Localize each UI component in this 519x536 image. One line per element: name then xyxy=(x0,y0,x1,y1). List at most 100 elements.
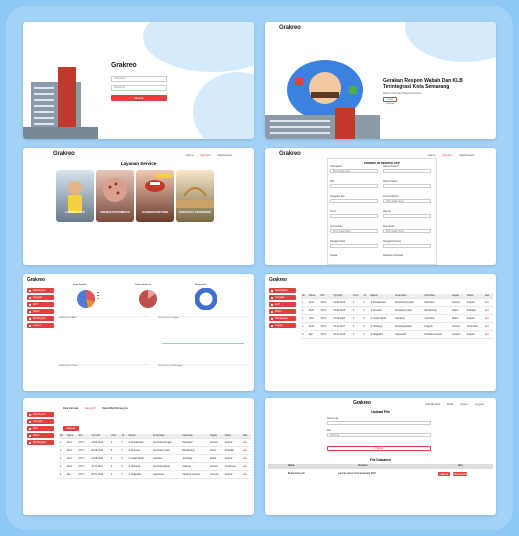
menu-logout[interactable]: Logout xyxy=(27,323,54,328)
umur-input[interactable] xyxy=(330,214,378,218)
table-cell: P xyxy=(120,454,128,463)
column-header: Deskripsi xyxy=(358,465,368,467)
zoonosis-icon xyxy=(176,187,214,208)
kabupaten-select[interactable]: Pilih Salah Satu xyxy=(330,169,378,173)
edit-button[interactable]: Edit xyxy=(483,298,493,307)
login-button[interactable]: Masuk xyxy=(111,95,167,101)
menu-monkeypox[interactable]: Monkeypox xyxy=(269,316,296,321)
field-label: NIK xyxy=(330,180,335,183)
page-title: Upload File xyxy=(371,410,390,414)
nav-service[interactable]: Service xyxy=(200,153,210,157)
edit-button[interactable]: Edit xyxy=(483,322,493,331)
brand-logo: Grakreo xyxy=(53,151,75,157)
edit-button[interactable]: Edit xyxy=(483,330,493,339)
pelapor-input[interactable] xyxy=(383,169,431,173)
kelurahan-select[interactable]: Pilih Salah Satu xyxy=(383,229,431,233)
download-button[interactable]: Download xyxy=(453,472,467,476)
export-button[interactable]: Export Excel xyxy=(63,426,79,435)
jenis-kelamin-select[interactable]: Pilih Salah Satu xyxy=(383,199,431,203)
service-card-monkeypox[interactable]: MONKEYPOX/MPOX xyxy=(96,170,134,222)
menu-campak[interactable]: Campak xyxy=(27,419,54,424)
child-icon xyxy=(68,181,82,213)
table-cell: Candisari xyxy=(151,454,182,463)
table-cell: Budi xyxy=(307,306,320,315)
edit-button[interactable]: Edit xyxy=(241,446,251,455)
menu-monkeypox[interactable]: Monkeypox xyxy=(27,316,54,321)
nav-data[interactable]: Data xyxy=(447,402,453,406)
menu-afp[interactable]: AFP xyxy=(27,426,54,431)
table-cell: 3374... xyxy=(77,470,91,479)
brand-logo: Grakreo xyxy=(111,62,137,69)
file-name-input[interactable] xyxy=(327,421,431,425)
hero-headline: Gerakan Respon Wabah Dan KLB Terintegras… xyxy=(383,78,463,90)
nav-logout[interactable]: Logout xyxy=(475,402,484,406)
nama-kasus-input[interactable] xyxy=(383,184,431,188)
field-label: Nama File xyxy=(327,417,339,420)
table-cell: L xyxy=(120,438,128,447)
menu-difteri[interactable]: Difteri xyxy=(27,309,54,314)
nav-dashboard[interactable]: Dashboard xyxy=(217,153,232,157)
nav-service[interactable]: Service xyxy=(442,153,452,157)
table-cell: Budi xyxy=(65,446,78,455)
service-card-gondok[interactable]: GONDOK/DIFTERI xyxy=(136,170,174,222)
service-card-campak[interactable]: CAMPAK AFP xyxy=(56,170,94,222)
menu-logout[interactable]: Logout xyxy=(269,323,296,328)
menu-monkeypox[interactable]: Monkeypox xyxy=(27,440,54,445)
username-input[interactable]: Username xyxy=(111,76,167,82)
hero-illustration xyxy=(265,60,380,139)
menu-difteri[interactable]: Difteri xyxy=(269,309,296,314)
form-screen: Grakreo Home Service Dashboard FORMULIR … xyxy=(265,148,496,265)
edit-button[interactable]: Edit xyxy=(241,438,251,447)
table-cell: Gayamsari xyxy=(393,330,424,339)
alamat-input[interactable] xyxy=(383,214,431,218)
top-nav: Home Service Dashboard xyxy=(180,153,232,157)
cta-button[interactable]: Lihat Layanan xyxy=(383,97,397,105)
chart-title: Grafik Kasus Monkeypox xyxy=(158,365,183,367)
nav-users[interactable]: Users xyxy=(460,402,468,406)
nav-home[interactable]: Home xyxy=(428,153,436,157)
chart-title: Grafik Kasus Difteri xyxy=(59,365,78,367)
menu-difteri[interactable]: Difteri xyxy=(27,433,54,438)
nav-home[interactable]: Home xyxy=(186,153,194,157)
table-cell: 15-11-2017 xyxy=(332,322,352,331)
kecamatan-select[interactable]: Pilih Salah Satu xyxy=(330,229,378,233)
table-cell: 12-03-2019 xyxy=(332,298,352,307)
field-label: Kecamatan xyxy=(330,225,343,228)
menu-afp[interactable]: AFP xyxy=(269,302,296,307)
edit-button[interactable]: Edit xyxy=(241,454,251,463)
edit-button[interactable]: Edit xyxy=(483,306,493,315)
table-cell: Batuk xyxy=(209,454,224,463)
menu-afp[interactable]: AFP xyxy=(27,302,54,307)
password-input[interactable]: Password xyxy=(111,85,167,91)
table-cell: 4 xyxy=(59,462,66,471)
edit-button[interactable]: Edit xyxy=(241,470,251,479)
edit-button[interactable]: Edit xyxy=(241,462,251,471)
nav-dashboard[interactable]: Dashboard xyxy=(459,153,474,157)
menu-dashboard[interactable]: Dashboard xyxy=(27,288,54,293)
nav-dashboard[interactable]: Dashboard xyxy=(425,402,440,406)
tanggal-sakit-input[interactable] xyxy=(330,244,378,248)
upload-button[interactable]: Upload xyxy=(327,446,431,451)
table-cell: 12-03-2019 xyxy=(90,438,110,447)
file-picker[interactable]: Pilih File xyxy=(327,433,431,437)
tab-campak[interactable]: Data Campak xyxy=(63,407,78,410)
edit-button[interactable]: Edit xyxy=(483,314,493,323)
table-cell: Pandean Lamper xyxy=(423,330,452,339)
field-label: File xyxy=(327,429,332,432)
table-cell: 3 xyxy=(351,314,363,323)
tab-difteri[interactable]: Data Difteri/Monkeypox xyxy=(102,407,128,410)
table-cell: Suspek xyxy=(465,330,484,339)
menu-dashboard[interactable]: Dashboard xyxy=(27,412,54,417)
nik-input[interactable] xyxy=(330,184,378,188)
tanggal-lahir-input[interactable] xyxy=(330,199,378,203)
service-card-zoonosis[interactable]: PENYAKIT ZOONOSIS xyxy=(176,170,214,222)
tab-afp[interactable]: Data AFP xyxy=(85,407,96,410)
data-table-screen-2: Dashboard Campak AFP Difteri Monkeypox D… xyxy=(23,398,254,515)
delete-button[interactable]: Hapus xyxy=(438,472,450,476)
tanggal-periksa-input[interactable] xyxy=(383,244,431,248)
menu-campak[interactable]: Campak xyxy=(27,295,54,300)
menu-dashboard[interactable]: Dashboard xyxy=(269,288,296,293)
table-cell: Jl. Gajah Mada xyxy=(127,454,152,463)
menu-campak[interactable]: Campak xyxy=(269,295,296,300)
table-cell: Pekunden xyxy=(181,438,210,447)
